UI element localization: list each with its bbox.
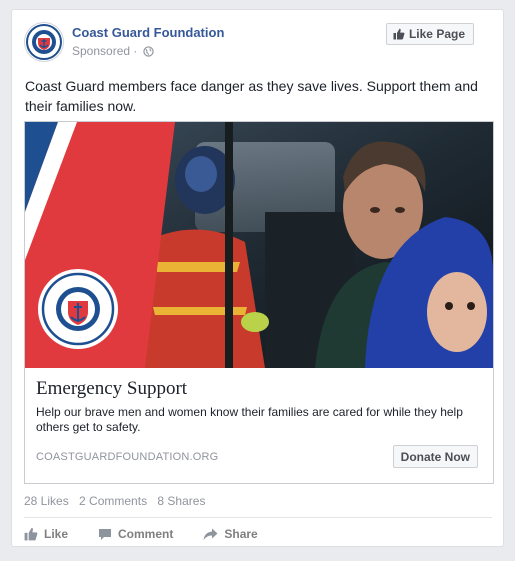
like-button[interactable]: Like (24, 523, 68, 545)
sponsored-text: Sponsored · (72, 44, 138, 58)
rescue-photo (25, 122, 493, 368)
likes-count[interactable]: 28 Likes (24, 494, 69, 508)
post-text: Coast Guard members face danger as they … (25, 78, 478, 114)
sponsored-post-card: Coast Guard Foundation Sponsored · Like … (11, 9, 504, 547)
post-actions: Like Comment Share (24, 523, 288, 545)
comments-count[interactable]: 2 Comments (79, 494, 147, 508)
share-icon (203, 528, 218, 540)
like-page-label: Like Page (408, 27, 465, 41)
attachment-domain[interactable]: COASTGUARDFOUNDATION.ORG (36, 451, 218, 463)
globe-icon[interactable] (143, 46, 154, 58)
page-name[interactable]: Coast Guard Foundation (72, 25, 224, 40)
attachment-description: Help our brave men and women know their … (36, 405, 463, 434)
comment-icon (99, 528, 112, 540)
donate-now-button[interactable]: Donate Now (392, 445, 478, 468)
engagement-stats: 28 Likes 2 Comments 8 Shares (24, 494, 212, 508)
share-button[interactable]: Share (203, 523, 258, 545)
post-header: Coast Guard Foundation Sponsored · Like … (24, 22, 492, 62)
link-attachment[interactable]: Emergency Support Help our brave men and… (24, 121, 494, 484)
comment-label: Comment (118, 527, 174, 541)
shares-count[interactable]: 8 Shares (157, 494, 205, 508)
comment-button[interactable]: Comment (98, 523, 173, 545)
sponsored-label: Sponsored · (72, 44, 154, 58)
share-label: Share (224, 527, 258, 541)
thumbs-up-icon (393, 28, 405, 40)
like-page-button[interactable]: Like Page (385, 23, 474, 45)
page-avatar[interactable] (24, 22, 64, 62)
ad-image[interactable] (25, 122, 493, 368)
divider (24, 517, 492, 518)
attachment-title[interactable]: Emergency Support (36, 378, 187, 400)
like-label: Like (44, 527, 69, 541)
thumbs-up-icon (24, 527, 38, 541)
coast-guard-emblem (26, 24, 62, 60)
